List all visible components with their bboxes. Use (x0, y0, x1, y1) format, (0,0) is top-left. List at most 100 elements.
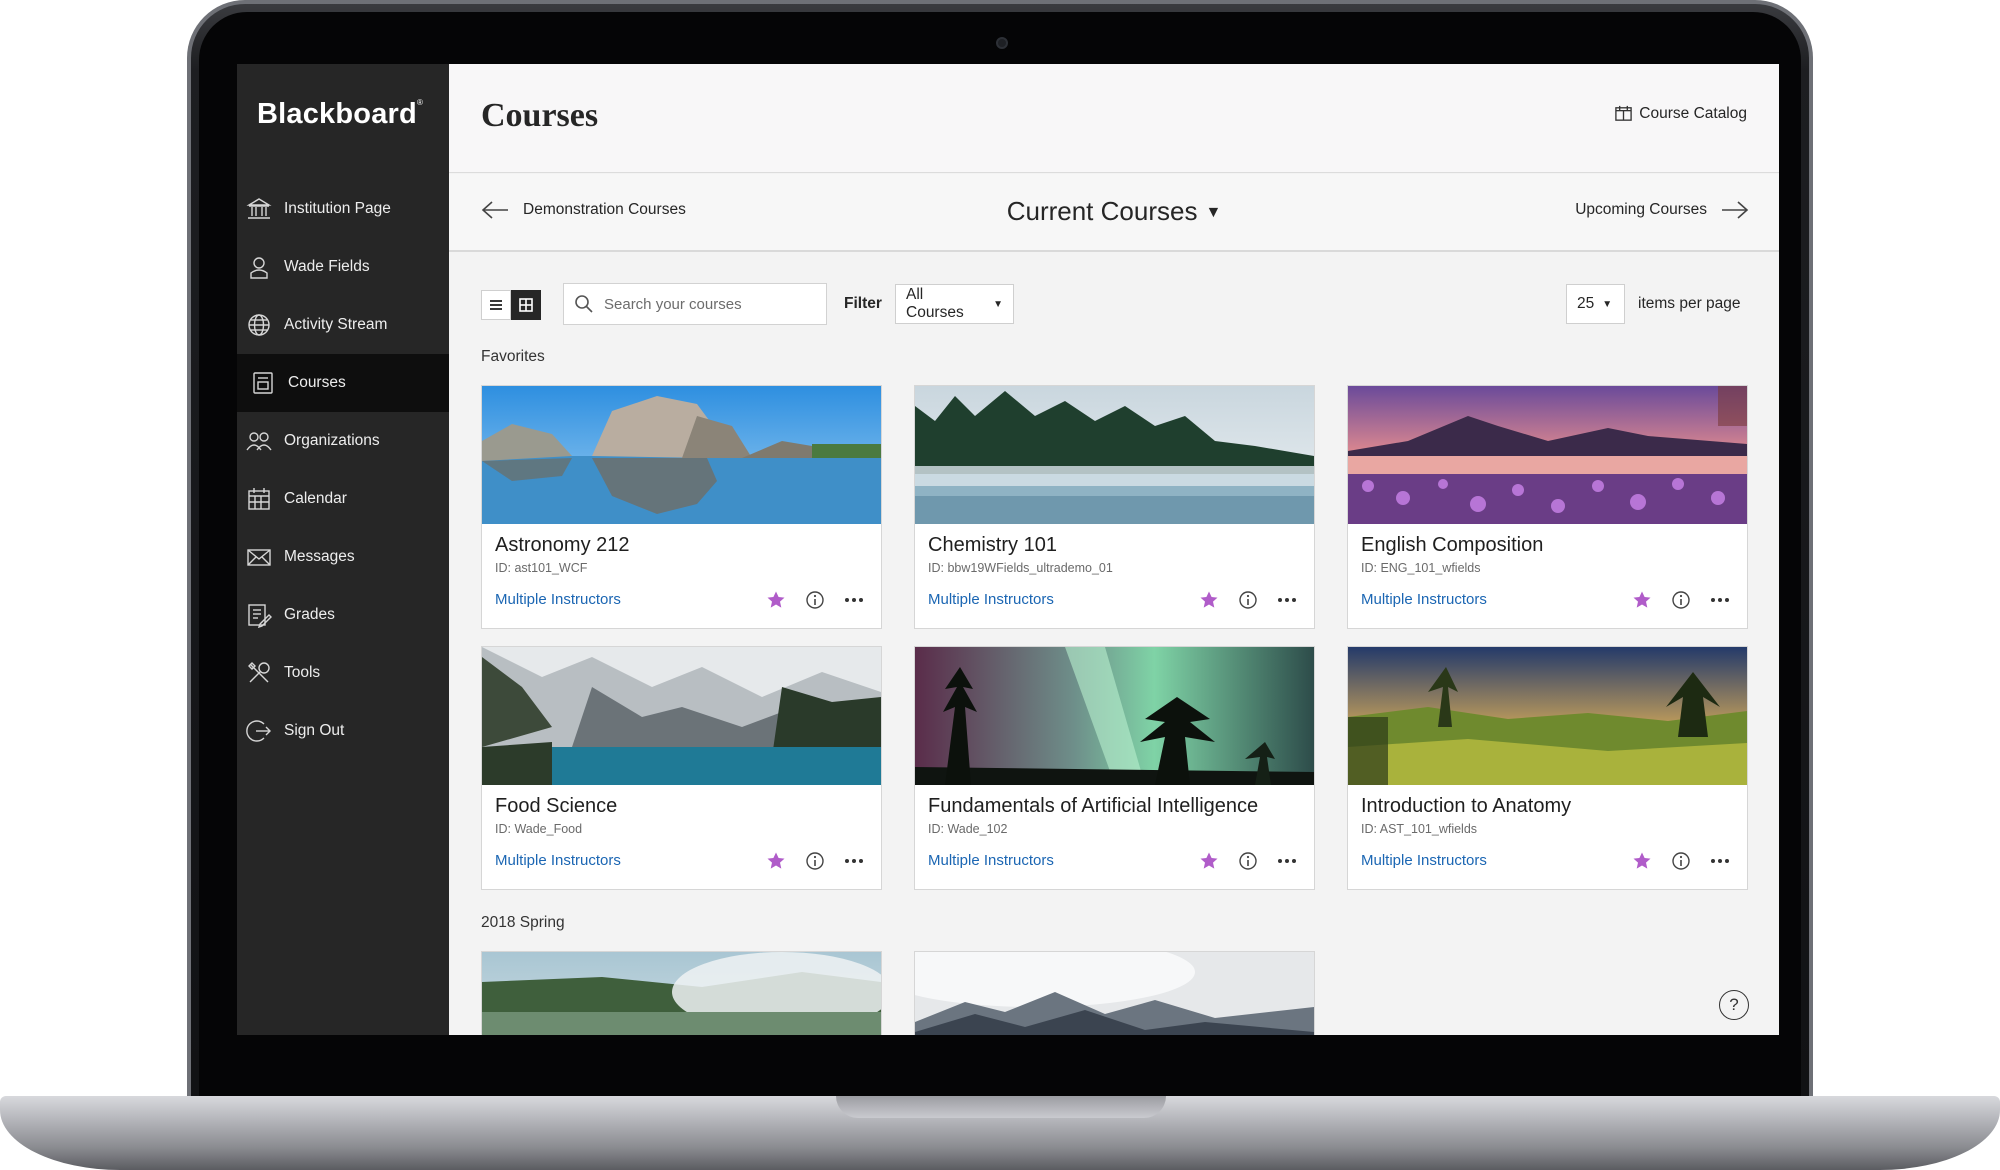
sidebar-nav: Institution Page Wade Fields Activity St… (237, 180, 449, 760)
course-image (482, 647, 881, 785)
favorite-star-icon[interactable] (1196, 587, 1222, 613)
per-page-select[interactable]: 25 ▼ (1566, 284, 1625, 324)
sidebar-item-organizations[interactable]: Organizations (237, 412, 449, 470)
globe-icon (245, 311, 273, 339)
help-button[interactable]: ? (1719, 990, 1749, 1020)
more-options-icon[interactable] (1274, 587, 1300, 613)
sidebar-item-label: Organizations (284, 432, 380, 449)
course-card[interactable]: Introduction to Anatomy ID: AST_101_wfie… (1347, 646, 1748, 890)
term-section-heading: 2018 Spring (481, 914, 565, 931)
instructors-link[interactable]: Multiple Instructors (495, 591, 621, 608)
course-card[interactable]: Food Science ID: Wade_Food Multiple Inst… (481, 646, 882, 890)
page-header: Courses Course Catalog (449, 64, 1779, 173)
filter-value: All Courses (906, 286, 964, 321)
main-content: Courses Course Catalog Demonstration Cou… (449, 64, 1779, 1035)
more-options-icon[interactable] (1274, 848, 1300, 874)
info-icon[interactable] (1668, 587, 1694, 613)
info-icon[interactable] (1235, 848, 1261, 874)
more-options-icon[interactable] (841, 848, 867, 874)
course-id: ID: Wade_Food (495, 822, 583, 836)
filter-label: Filter (844, 295, 882, 312)
course-catalog-label: Course Catalog (1639, 104, 1747, 122)
instructors-link[interactable]: Multiple Instructors (928, 852, 1054, 869)
instructors-link[interactable]: Multiple Instructors (928, 591, 1054, 608)
course-card[interactable]: Astronomy 212 ID: ast101_WCF Multiple In… (481, 385, 882, 629)
course-title: English Composition (1361, 534, 1544, 556)
info-icon[interactable] (1235, 587, 1261, 613)
search-icon (575, 295, 593, 313)
course-title: Introduction to Anatomy (1361, 795, 1572, 817)
camera-icon (996, 37, 1008, 49)
sidebar-item-calendar[interactable]: Calendar (237, 470, 449, 528)
course-image (482, 952, 881, 1035)
per-page-label: items per page (1638, 295, 1741, 312)
course-actions (750, 587, 867, 613)
list-view-button[interactable] (481, 290, 511, 320)
course-card[interactable]: Fundamentals of Artificial Intelligence … (914, 646, 1315, 890)
instructors-link[interactable]: Multiple Instructors (495, 852, 621, 869)
course-actions (1616, 587, 1733, 613)
course-id: ID: AST_101_wfields (1361, 822, 1478, 836)
course-card[interactable] (914, 951, 1315, 1035)
course-image (482, 386, 881, 524)
favorite-star-icon[interactable] (1629, 587, 1655, 613)
brand-logo[interactable]: Blackboard® (257, 98, 423, 131)
course-image (915, 647, 1314, 785)
envelope-icon (245, 543, 273, 571)
caret-down-icon: ▼ (993, 298, 1003, 310)
page-title: Courses (481, 97, 599, 134)
course-actions (1183, 848, 1300, 874)
more-options-icon[interactable] (841, 587, 867, 613)
user-icon (245, 253, 273, 281)
info-icon[interactable] (802, 848, 828, 874)
course-card[interactable]: English Composition ID: ENG_101_wfields … (1347, 385, 1748, 629)
course-image (1348, 647, 1747, 785)
sidebar-item-courses[interactable]: Courses (237, 354, 449, 412)
info-icon[interactable] (802, 587, 828, 613)
course-image (915, 386, 1314, 524)
more-options-icon[interactable] (1707, 587, 1733, 613)
sign-out-icon (245, 717, 273, 745)
grid-view-button[interactable] (511, 290, 541, 320)
sidebar-item-tools[interactable]: Tools (237, 644, 449, 702)
sidebar-item-label: Activity Stream (284, 316, 388, 333)
catalog-icon (1615, 105, 1633, 121)
more-options-icon[interactable] (1707, 848, 1733, 874)
per-page-value: 25 (1577, 295, 1595, 312)
sidebar-item-profile[interactable]: Wade Fields (237, 238, 449, 296)
sidebar-item-activity-stream[interactable]: Activity Stream (237, 296, 449, 354)
courses-icon (249, 369, 277, 397)
search-box (563, 283, 827, 325)
sidebar-item-label: Courses (288, 374, 346, 391)
screen: Blackboard® Institution Page Wade Fields… (237, 64, 1779, 1035)
next-term-link[interactable]: Upcoming Courses (1575, 200, 1749, 220)
sidebar-item-sign-out[interactable]: Sign Out (237, 702, 449, 760)
favorite-star-icon[interactable] (763, 587, 789, 613)
sidebar-item-messages[interactable]: Messages (237, 528, 449, 586)
course-title: Astronomy 212 (495, 534, 630, 556)
current-term-label: Current Courses (1006, 196, 1198, 226)
term-navigation: Demonstration Courses Current Courses ▼ U… (449, 174, 1779, 252)
info-icon[interactable] (1668, 848, 1694, 874)
instructors-link[interactable]: Multiple Instructors (1361, 852, 1487, 869)
course-card[interactable]: Chemistry 101 ID: bbw19WFields_ultrademo… (914, 385, 1315, 629)
course-image (1348, 386, 1747, 524)
course-actions (750, 848, 867, 874)
sidebar-item-institution-page[interactable]: Institution Page (237, 180, 449, 238)
sidebar-item-grades[interactable]: Grades (237, 586, 449, 644)
favorite-star-icon[interactable] (1629, 848, 1655, 874)
search-input[interactable] (604, 295, 824, 313)
favorite-star-icon[interactable] (1196, 848, 1222, 874)
sidebar-item-label: Calendar (284, 490, 347, 507)
sidebar-item-label: Wade Fields (284, 258, 370, 275)
course-catalog-link[interactable]: Course Catalog (1614, 104, 1747, 123)
sidebar-item-label: Institution Page (284, 200, 391, 217)
course-id: ID: bbw19WFields_ultrademo_01 (928, 561, 1113, 575)
tools-icon (245, 659, 273, 687)
course-card[interactable] (481, 951, 882, 1035)
help-icon: ? (1729, 995, 1739, 1014)
course-image (915, 952, 1314, 1035)
favorite-star-icon[interactable] (763, 848, 789, 874)
filter-select[interactable]: All Courses ▼ (895, 284, 1014, 324)
instructors-link[interactable]: Multiple Instructors (1361, 591, 1487, 608)
